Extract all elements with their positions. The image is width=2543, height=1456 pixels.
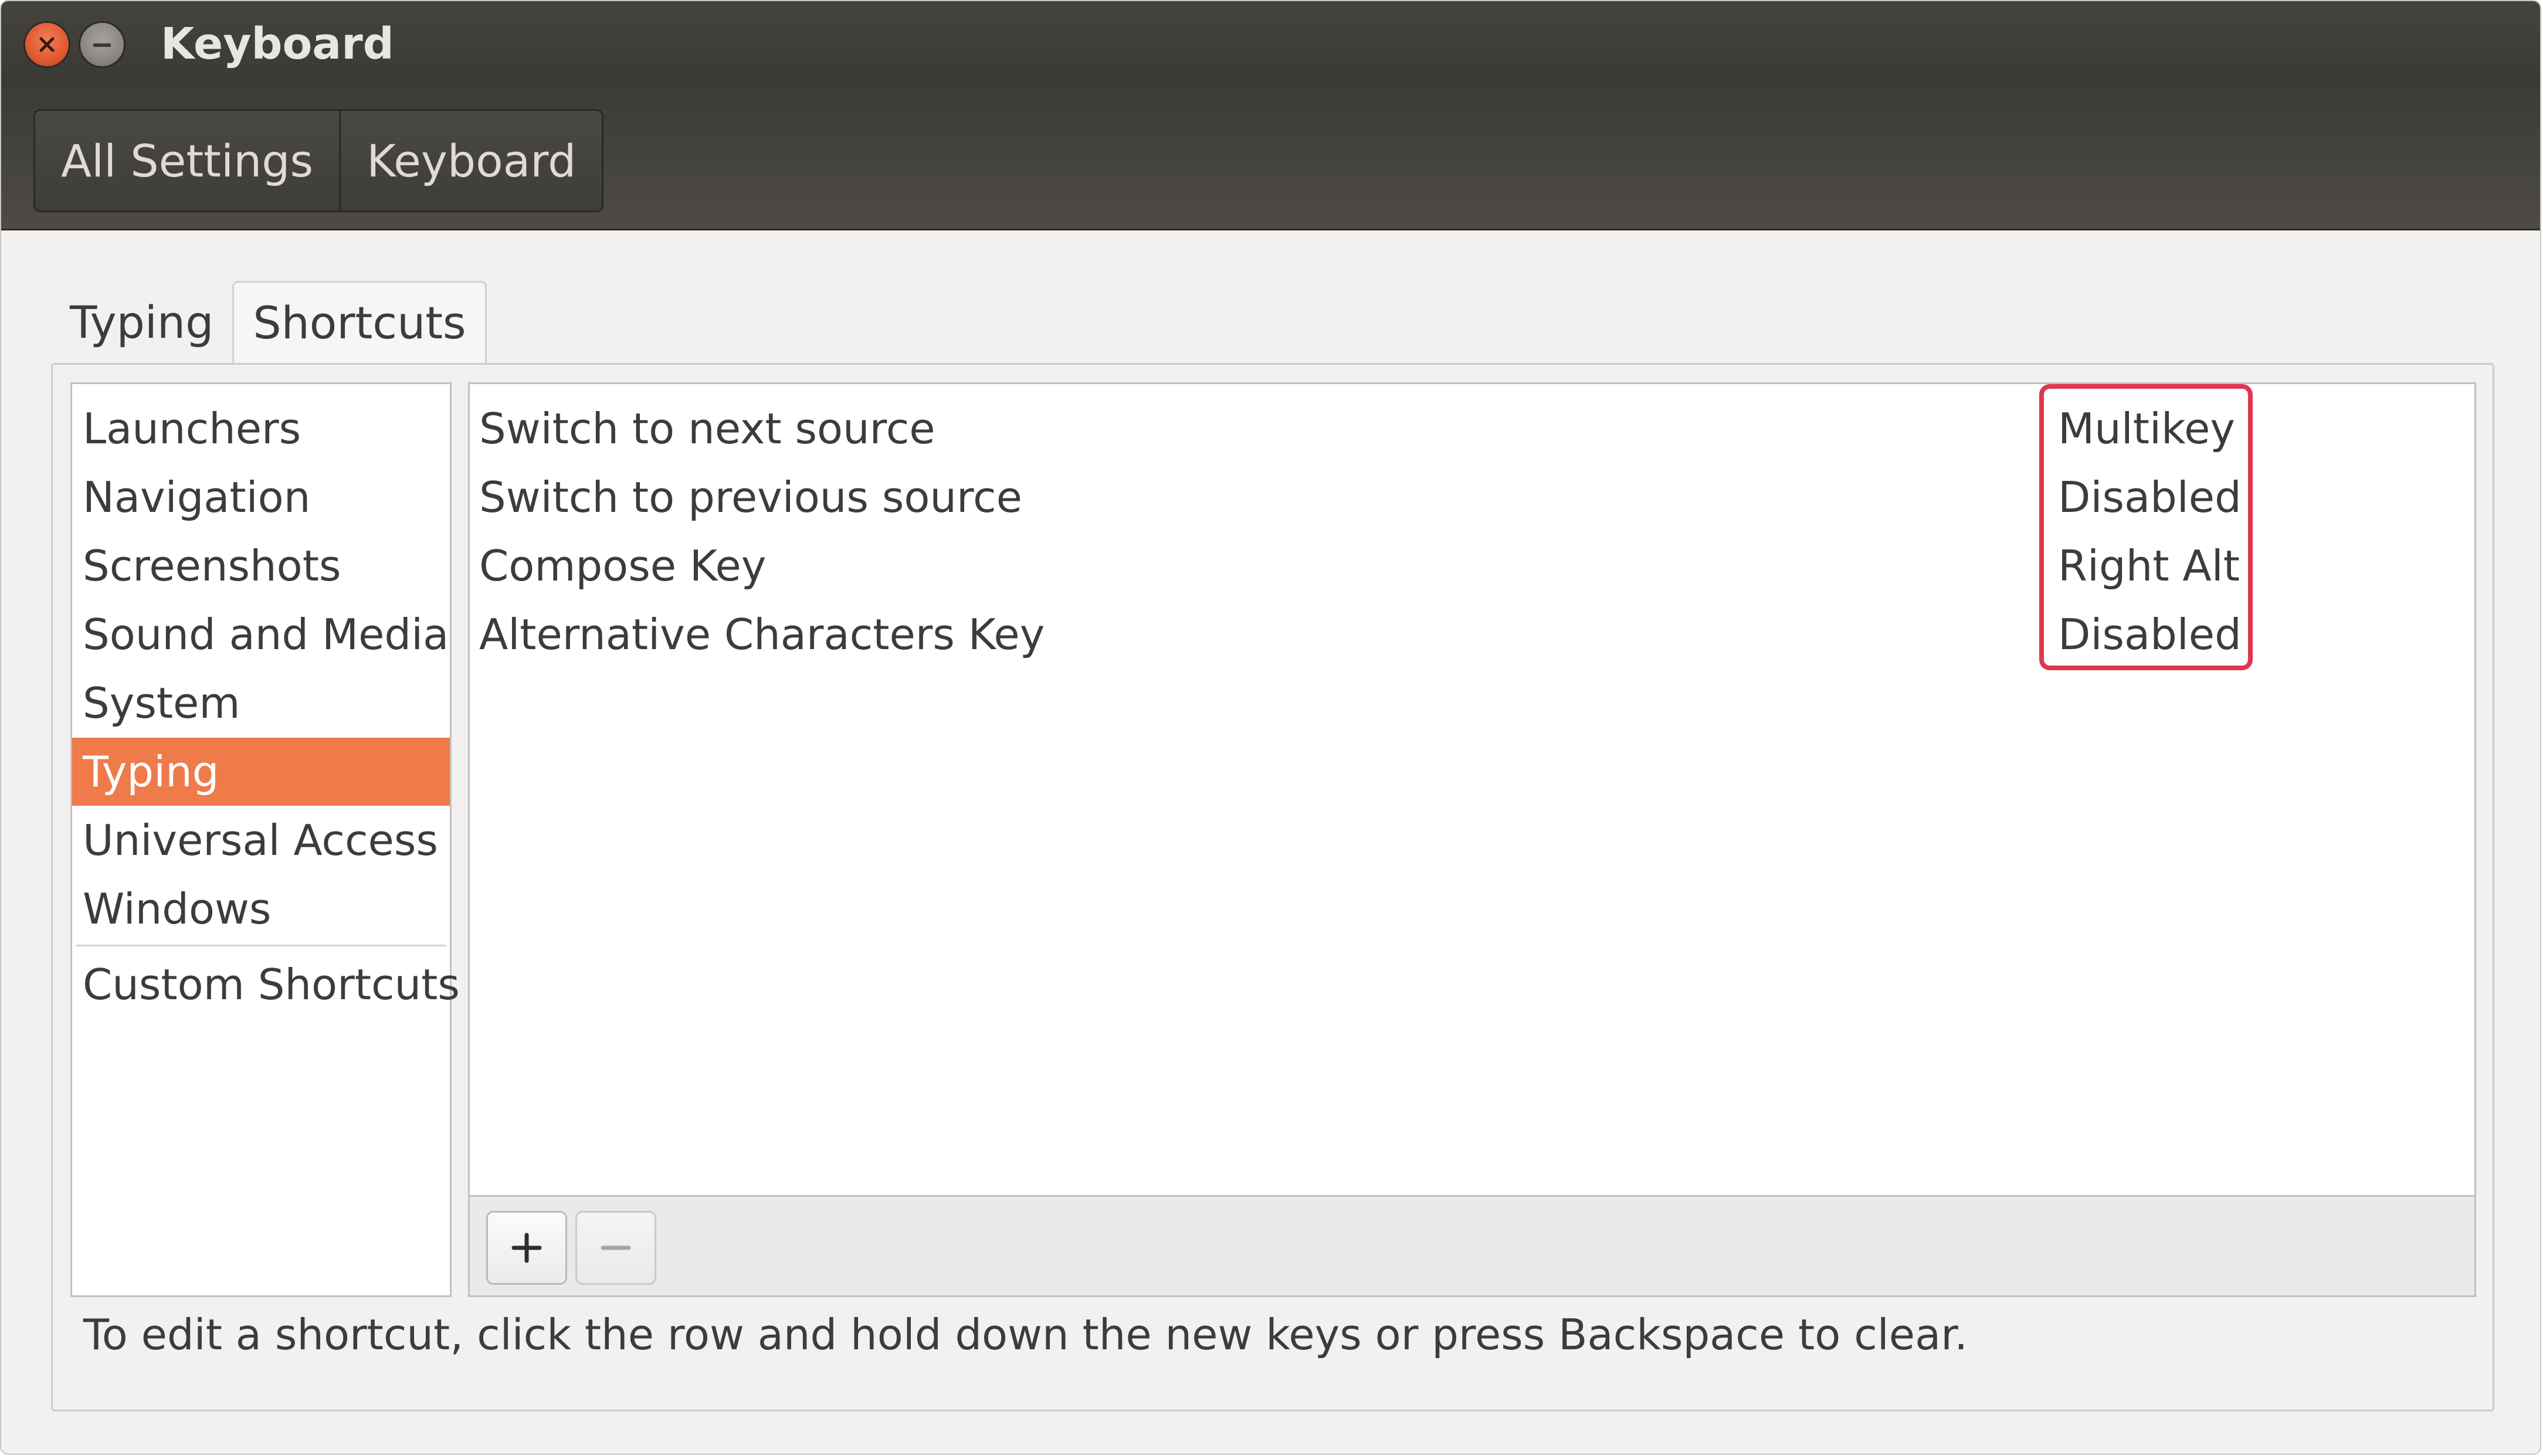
shortcut-list: Switch to next source Multikey Switch to…	[468, 382, 2476, 1297]
tab-shortcuts[interactable]: Shortcuts	[232, 281, 487, 363]
sidebar-item-navigation[interactable]: Navigation	[72, 463, 450, 531]
shortcut-name: Compose Key	[479, 541, 767, 590]
sidebar-item-screenshots[interactable]: Screenshots	[72, 532, 450, 600]
tab-strip: Typing Shortcuts	[51, 281, 487, 363]
minus-icon	[601, 1245, 631, 1250]
shortcut-name: Switch to next source	[479, 404, 935, 453]
close-window-button[interactable]	[23, 21, 70, 68]
close-icon	[39, 37, 55, 52]
minimize-icon	[93, 43, 111, 47]
breadcrumb-keyboard[interactable]: Keyboard	[339, 111, 602, 211]
minimize-window-button[interactable]	[79, 21, 126, 68]
sidebar-item-custom-shortcuts[interactable]: Custom Shortcuts	[72, 951, 460, 1019]
sidebar-item-system[interactable]: System	[72, 669, 450, 737]
shortcut-accel: Disabled	[2058, 610, 2242, 659]
header-toolbar: All Settings Keyboard	[1, 87, 2540, 230]
shortcut-row[interactable]: Switch to previous source Disabled	[470, 463, 2474, 531]
add-shortcut-button[interactable]	[486, 1211, 567, 1285]
sidebar-item-universal-access[interactable]: Universal Access	[72, 806, 450, 874]
shortcut-accel: Right Alt	[2058, 541, 2240, 590]
shortcut-accel: Multikey	[2058, 404, 2236, 453]
tab-typing[interactable]: Typing	[51, 281, 232, 363]
shortcut-category-list: Launchers Navigation Screenshots Sound a…	[70, 382, 460, 1297]
shortcut-rows: Switch to next source Multikey Switch to…	[470, 384, 2474, 1195]
sidebar-item-windows[interactable]: Windows	[72, 875, 450, 943]
sidebar-item-launchers[interactable]: Launchers	[72, 395, 450, 463]
shortcut-accel: Disabled	[2058, 473, 2242, 522]
list-toolbar	[470, 1195, 2474, 1295]
sidebar-item-sound-and-media[interactable]: Sound and Media	[72, 600, 450, 668]
remove-shortcut-button[interactable]	[575, 1211, 656, 1285]
sidebar-item-typing[interactable]: Typing	[72, 738, 450, 806]
shortcuts-panel: Launchers Navigation Screenshots Sound a…	[51, 363, 2494, 1411]
shortcut-row[interactable]: Alternative Characters Key Disabled	[470, 600, 2474, 668]
shortcut-name: Alternative Characters Key	[479, 610, 1045, 659]
window-title: Keyboard	[161, 19, 394, 69]
title-bar: Keyboard	[1, 1, 2540, 87]
main-content: Typing Shortcuts Launchers Navigation Sc…	[1, 230, 2540, 1454]
breadcrumb: All Settings Keyboard	[33, 109, 604, 212]
shortcut-name: Switch to previous source	[479, 473, 1022, 522]
shortcut-row[interactable]: Compose Key Right Alt	[470, 532, 2474, 600]
plus-icon	[511, 1233, 542, 1263]
sidebar-separator	[76, 945, 446, 946]
shortcut-row[interactable]: Switch to next source Multikey	[470, 395, 2474, 463]
edit-shortcut-hint: To edit a shortcut, click the row and ho…	[83, 1310, 1968, 1359]
keyboard-settings-window: Keyboard All Settings Keyboard Typing Sh…	[0, 0, 2541, 1455]
breadcrumb-all-settings[interactable]: All Settings	[35, 111, 339, 211]
